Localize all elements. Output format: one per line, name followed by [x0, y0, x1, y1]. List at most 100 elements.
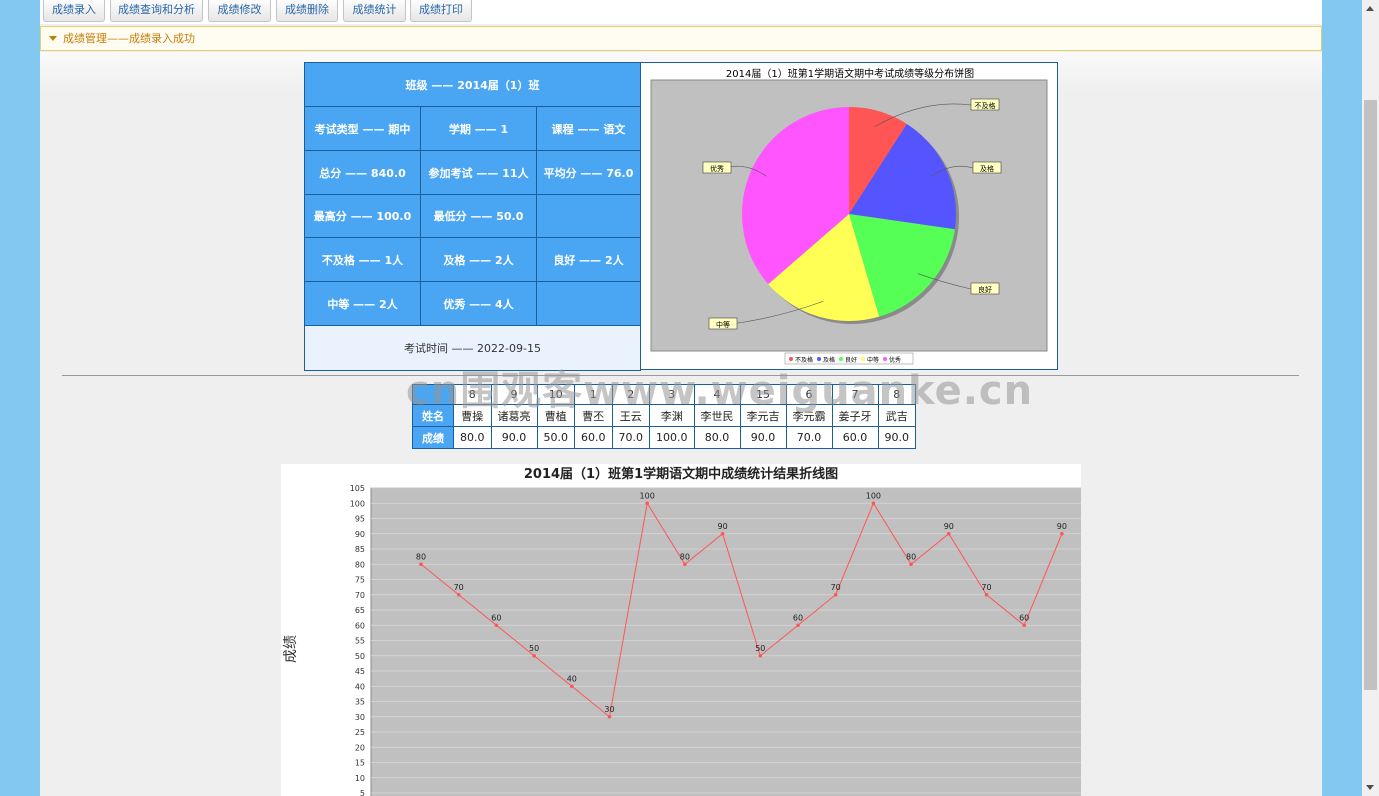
scores-name-row: 姓名 曹操 诸葛亮 曹植 曹丕 王云 李渊 李世民 李元吉 李元霸 姜子牙 武吉 [412, 404, 916, 427]
pie-legend-label: 中等 [867, 356, 879, 364]
main-frame: 成绩录入 成绩查询和分析 成绩修改 成绩删除 成绩统计 成绩打印 成绩管理——成… [40, 0, 1322, 796]
stat-medium: 中等 —— 2人 [304, 281, 421, 326]
score-value-cell: 80.0 [693, 426, 741, 449]
line-data-label: 80 [906, 552, 916, 561]
line-ytick-label: 10 [355, 774, 365, 783]
stat-exam-type: 考试类型 —— 期中 [304, 106, 421, 151]
line-ytick-label: 70 [355, 591, 365, 600]
line-data-label: 60 [1019, 613, 1029, 622]
line-ytick-label: 75 [355, 576, 365, 585]
pie-slice-label: 优秀 [710, 164, 724, 173]
score-id-cell: 6 [785, 384, 833, 405]
scroll-down-icon[interactable] [1366, 785, 1374, 790]
score-id-cell: 10 [536, 384, 575, 405]
line-ytick-label: 105 [350, 484, 365, 493]
pie-legend-swatch [817, 357, 821, 361]
line-data-label: 80 [680, 552, 690, 561]
line-data-label: 80 [416, 552, 426, 561]
line-data-label: 60 [793, 613, 803, 622]
line-point [871, 501, 876, 506]
score-name-cell: 李元霸 [785, 404, 833, 427]
stat-min: 最低分 —— 50.0 [420, 194, 537, 238]
stat-max: 最高分 —— 100.0 [304, 194, 421, 238]
line-ytick-label: 60 [355, 621, 365, 630]
line-data-label: 70 [981, 583, 991, 592]
score-name-cell: 李世民 [693, 404, 741, 427]
line-ytick-label: 40 [355, 682, 365, 691]
toolbar: 成绩录入 成绩查询和分析 成绩修改 成绩删除 成绩统计 成绩打印 [40, 0, 1322, 24]
scores-id-row: 8 9 10 1 2 3 4 15 6 7 8 [412, 384, 916, 405]
pie-legend-swatch [883, 357, 887, 361]
stat-empty-2 [536, 281, 641, 326]
status-notice: 成绩管理——成绩录入成功 [40, 26, 1322, 51]
score-id-cell: 4 [693, 384, 741, 405]
scroll-thumb[interactable] [1364, 100, 1377, 690]
line-ytick-label: 80 [355, 560, 365, 569]
line-point [532, 653, 536, 658]
stat-good: 良好 —— 2人 [536, 237, 641, 282]
score-statistics-button[interactable]: 成绩统计 [343, 0, 406, 22]
pie-chart-svg: 2014届（1）班第1学期语文期中考试成绩等级分布饼图 不及格及格良好中等优秀 … [650, 67, 1048, 365]
score-name-cell: 姜子牙 [831, 404, 879, 427]
line-ytick-label: 100 [350, 499, 365, 508]
line-data-label: 40 [567, 674, 577, 683]
line-ytick-label: 85 [355, 545, 365, 554]
line-plot-area [370, 487, 1081, 796]
line-ytick-label: 90 [355, 530, 365, 539]
pie-chart: 2014届（1）班第1学期语文期中考试成绩等级分布饼图 不及格 及格 良好 中等 优秀 … [640, 62, 1058, 370]
line-point [833, 592, 838, 597]
pie-slice-label: 不及格 [975, 101, 996, 110]
line-data-label: 70 [454, 583, 464, 592]
scroll-up-icon[interactable] [1366, 6, 1374, 11]
score-value-cell: 90.0 [877, 426, 916, 449]
line-point [419, 562, 423, 567]
section-divider [62, 375, 1299, 376]
stat-term: 学期 —— 1 [420, 106, 537, 151]
score-value-cell: 60.0 [574, 426, 613, 449]
score-id-cell: 1 [574, 384, 613, 405]
stat-fail: 不及格 —— 1人 [304, 237, 421, 282]
score-id-cell: 9 [490, 384, 538, 405]
stat-class: 班级 —— 2014届（1）班 [304, 62, 641, 107]
line-point [683, 562, 687, 567]
line-ytick-label: 15 [355, 759, 365, 768]
line-data-label: 100 [866, 491, 881, 500]
line-ytick-label: 35 [355, 698, 365, 707]
score-value-cell: 90.0 [490, 426, 538, 449]
score-print-button[interactable]: 成绩打印 [410, 0, 472, 22]
line-data-label: 50 [529, 644, 539, 653]
score-value-cell: 50.0 [536, 426, 575, 449]
page-scrollbar[interactable] [1362, 0, 1379, 796]
line-point [1060, 531, 1064, 536]
score-id-cell: 3 [649, 384, 695, 405]
stat-participants: 参加考试 —— 11人 [420, 150, 537, 195]
score-delete-button[interactable]: 成绩删除 [276, 0, 338, 22]
pie-legend-swatch [789, 357, 793, 361]
line-point [909, 562, 913, 567]
line-point [570, 684, 574, 689]
name-header: 姓名 [412, 404, 454, 427]
scores-table: 8 9 10 1 2 3 4 15 6 7 8 姓名 曹操 诸葛亮 曹植 曹丕 王云 李渊 李世民 李元吉 李元霸姜… [412, 384, 916, 449]
line-data-label: 100 [640, 491, 655, 500]
line-point [720, 531, 725, 536]
score-edit-button[interactable]: 成绩修改 [208, 0, 271, 22]
line-ytick-label: 65 [355, 606, 365, 615]
score-entry-button[interactable]: 成绩录入 [43, 0, 105, 22]
line-data-label: 70 [831, 583, 841, 592]
stat-total: 总分 —— 840.0 [304, 150, 421, 195]
notice-text: 成绩管理——成绩录入成功 [63, 32, 195, 45]
line-ytick-label: 30 [355, 713, 365, 722]
pie-legend-label: 优秀 [889, 356, 901, 364]
pie-legend-swatch [861, 357, 865, 361]
line-data-label: 90 [1057, 522, 1067, 531]
score-name-cell: 李渊 [649, 404, 695, 427]
line-point [796, 623, 800, 628]
id-header-cell [412, 384, 454, 405]
pie-legend-label: 及格 [823, 356, 835, 364]
line-data-label: 90 [944, 522, 954, 531]
line-ytick-label: 45 [355, 667, 365, 676]
score-value-cell: 60.0 [831, 426, 879, 449]
score-name-cell: 曹丕 [574, 404, 613, 427]
score-query-analysis-button[interactable]: 成绩查询和分析 [110, 0, 203, 22]
stat-pass: 及格 —— 2人 [420, 237, 537, 282]
